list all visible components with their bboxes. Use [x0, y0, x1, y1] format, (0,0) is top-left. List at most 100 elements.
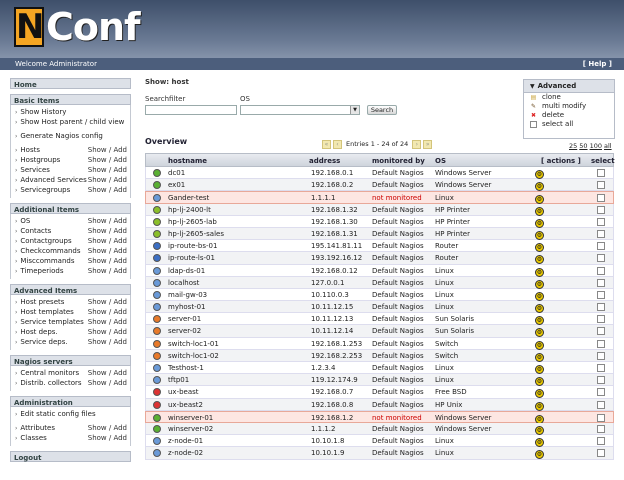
hostname-link[interactable]: hp-lj-2400-lt	[168, 206, 211, 214]
sidebar-item[interactable]: › Hostgroups Show / Add	[11, 155, 130, 165]
sidebar-item[interactable]: › OS Show / Add	[11, 216, 130, 226]
next-page-icon[interactable]: ›	[412, 139, 422, 149]
show-add-links[interactable]: Show / Add	[88, 378, 127, 388]
hostname-link[interactable]: server-01	[168, 315, 201, 323]
hostname-link[interactable]: switch-loc1-01	[168, 340, 219, 348]
show-add-links[interactable]: Show / Add	[88, 317, 127, 327]
select-checkbox[interactable]	[597, 194, 605, 203]
sidebar-item[interactable]: › Misccommands Show / Add	[11, 256, 130, 266]
hostname-link[interactable]: z-node-01	[168, 437, 203, 445]
sidebar-item[interactable]: › Timeperiods Show / Add	[11, 266, 130, 276]
os-select[interactable]: ▼	[240, 105, 360, 115]
sidebar-item[interactable]: › Central monitors Show / Add	[11, 368, 130, 378]
hostname-link[interactable]: tftp01	[168, 376, 189, 384]
per-page-50[interactable]: 50	[579, 142, 587, 150]
advanced-select-all[interactable]: select all	[524, 120, 614, 129]
show-add-links[interactable]: Show / Add	[88, 185, 127, 195]
show-add-links[interactable]: Show / Add	[88, 337, 127, 347]
col-hostname[interactable]: hostname	[168, 157, 207, 165]
hostname-link[interactable]: ex01	[168, 181, 185, 189]
sidebar-section-5[interactable]: Administration	[10, 396, 131, 407]
sidebar-item[interactable]: › Service templates Show / Add	[11, 317, 130, 327]
services-gear-icon[interactable]: ⚙	[535, 279, 544, 289]
advanced-delete[interactable]: ✖ delete	[524, 111, 614, 120]
hostname-link[interactable]: hp-lj-2605-sales	[168, 230, 224, 238]
search-filter-input[interactable]	[145, 105, 237, 115]
show-add-links[interactable]: Show / Add	[88, 266, 127, 276]
services-gear-icon[interactable]: ⚙	[535, 218, 544, 228]
show-add-links[interactable]: Show / Add	[88, 297, 127, 307]
hostname-link[interactable]: switch-loc1-02	[168, 352, 219, 360]
show-add-links[interactable]: Show / Add	[88, 327, 127, 337]
hostname-link[interactable]: ip-route-bs-01	[168, 242, 217, 250]
search-button[interactable]: Search	[367, 105, 397, 115]
hostname-link[interactable]: winserver-01	[168, 414, 213, 422]
services-gear-icon[interactable]: ⚙	[535, 340, 544, 350]
sidebar-item[interactable]: › Host templates Show / Add	[11, 307, 130, 317]
show-add-links[interactable]: Show / Add	[88, 256, 127, 266]
select-checkbox[interactable]	[597, 315, 605, 324]
show-add-links[interactable]: Show / Add	[88, 155, 127, 165]
col-address[interactable]: address	[309, 157, 340, 165]
sidebar-item[interactable]: › Distrib. collectors Show / Add	[11, 378, 130, 388]
select-checkbox[interactable]	[597, 437, 605, 446]
sidebar-item[interactable]: › Services Show / Add	[11, 165, 130, 175]
help-link[interactable]: [ Help ]	[583, 60, 612, 68]
sidebar-section-0[interactable]: Home	[10, 78, 131, 89]
hostname-link[interactable]: localhost	[168, 279, 199, 287]
sidebar-item[interactable]: › Advanced Services Show / Add	[11, 175, 130, 185]
select-checkbox[interactable]	[597, 400, 605, 409]
select-checkbox[interactable]	[597, 278, 605, 287]
per-page-25[interactable]: 25	[569, 142, 577, 150]
select-checkbox[interactable]	[597, 229, 605, 238]
services-gear-icon[interactable]: ⚙	[535, 425, 544, 435]
sidebar-item[interactable]: › Generate Nagios config	[11, 131, 130, 141]
hostname-link[interactable]: winserver-02	[168, 425, 213, 433]
sidebar-item[interactable]: › Host deps. Show / Add	[11, 327, 130, 337]
sidebar-item[interactable]: › Host presets Show / Add	[11, 297, 130, 307]
show-add-links[interactable]: Show / Add	[88, 236, 127, 246]
services-gear-icon[interactable]: ⚙	[535, 352, 544, 362]
hostname-link[interactable]: hp-lj-2605-lab	[168, 218, 217, 226]
sidebar-item[interactable]: › Classes Show / Add	[11, 433, 130, 443]
services-gear-icon[interactable]: ⚙	[535, 365, 544, 374]
nconf-logo[interactable]: N Conf	[14, 2, 141, 52]
show-add-links[interactable]: Show / Add	[88, 246, 127, 256]
advanced-multi-modify[interactable]: ✎ multi modify	[524, 102, 614, 111]
hostname-link[interactable]: myhost-01	[168, 303, 206, 311]
sidebar-item[interactable]: › Contacts Show / Add	[11, 226, 130, 236]
services-gear-icon[interactable]: ⚙	[535, 304, 544, 314]
services-gear-icon[interactable]: ⚙	[535, 401, 544, 411]
services-gear-icon[interactable]: ⚙	[535, 230, 544, 240]
hostname-link[interactable]: ldap-ds-01	[168, 267, 205, 275]
hostname-link[interactable]: z-node-02	[168, 449, 203, 457]
services-gear-icon[interactable]: ⚙	[535, 206, 544, 216]
select-checkbox[interactable]	[597, 376, 605, 385]
sidebar-section-4[interactable]: Nagios servers	[10, 355, 131, 366]
col-monitored-by[interactable]: monitored by	[372, 157, 425, 165]
select-checkbox[interactable]	[597, 339, 605, 348]
hostname-link[interactable]: Gander-test	[168, 194, 209, 202]
prev-page-icon[interactable]: ‹	[333, 139, 342, 149]
hostname-link[interactable]: ux-beast	[168, 388, 199, 396]
services-gear-icon[interactable]: ⚙	[535, 170, 544, 179]
show-add-links[interactable]: Show / Add	[88, 216, 127, 226]
sidebar-item[interactable]: › Servicegroups Show / Add	[11, 185, 130, 195]
sidebar-item[interactable]: › Checkcommands Show / Add	[11, 246, 130, 256]
services-gear-icon[interactable]: ⚙	[535, 291, 544, 301]
select-checkbox[interactable]	[597, 254, 605, 263]
select-checkbox[interactable]	[597, 364, 605, 372]
hostname-link[interactable]: mail-gw-03	[168, 291, 207, 299]
sidebar-section-1[interactable]: Basic Items	[10, 94, 131, 105]
show-add-links[interactable]: Show / Add	[88, 175, 127, 185]
select-checkbox[interactable]	[597, 290, 605, 299]
sidebar-item[interactable]: › Service deps. Show / Add	[11, 337, 130, 347]
select-checkbox[interactable]	[597, 205, 605, 214]
sidebar-item[interactable]: › Show Host parent / child view	[11, 117, 130, 127]
services-gear-icon[interactable]: ⚙	[535, 267, 544, 277]
sidebar-section-3[interactable]: Advanced Items	[10, 284, 131, 295]
show-add-links[interactable]: Show / Add	[88, 423, 127, 433]
select-checkbox[interactable]	[597, 303, 605, 312]
per-page-all[interactable]: all	[604, 142, 612, 150]
select-checkbox[interactable]	[597, 242, 605, 251]
